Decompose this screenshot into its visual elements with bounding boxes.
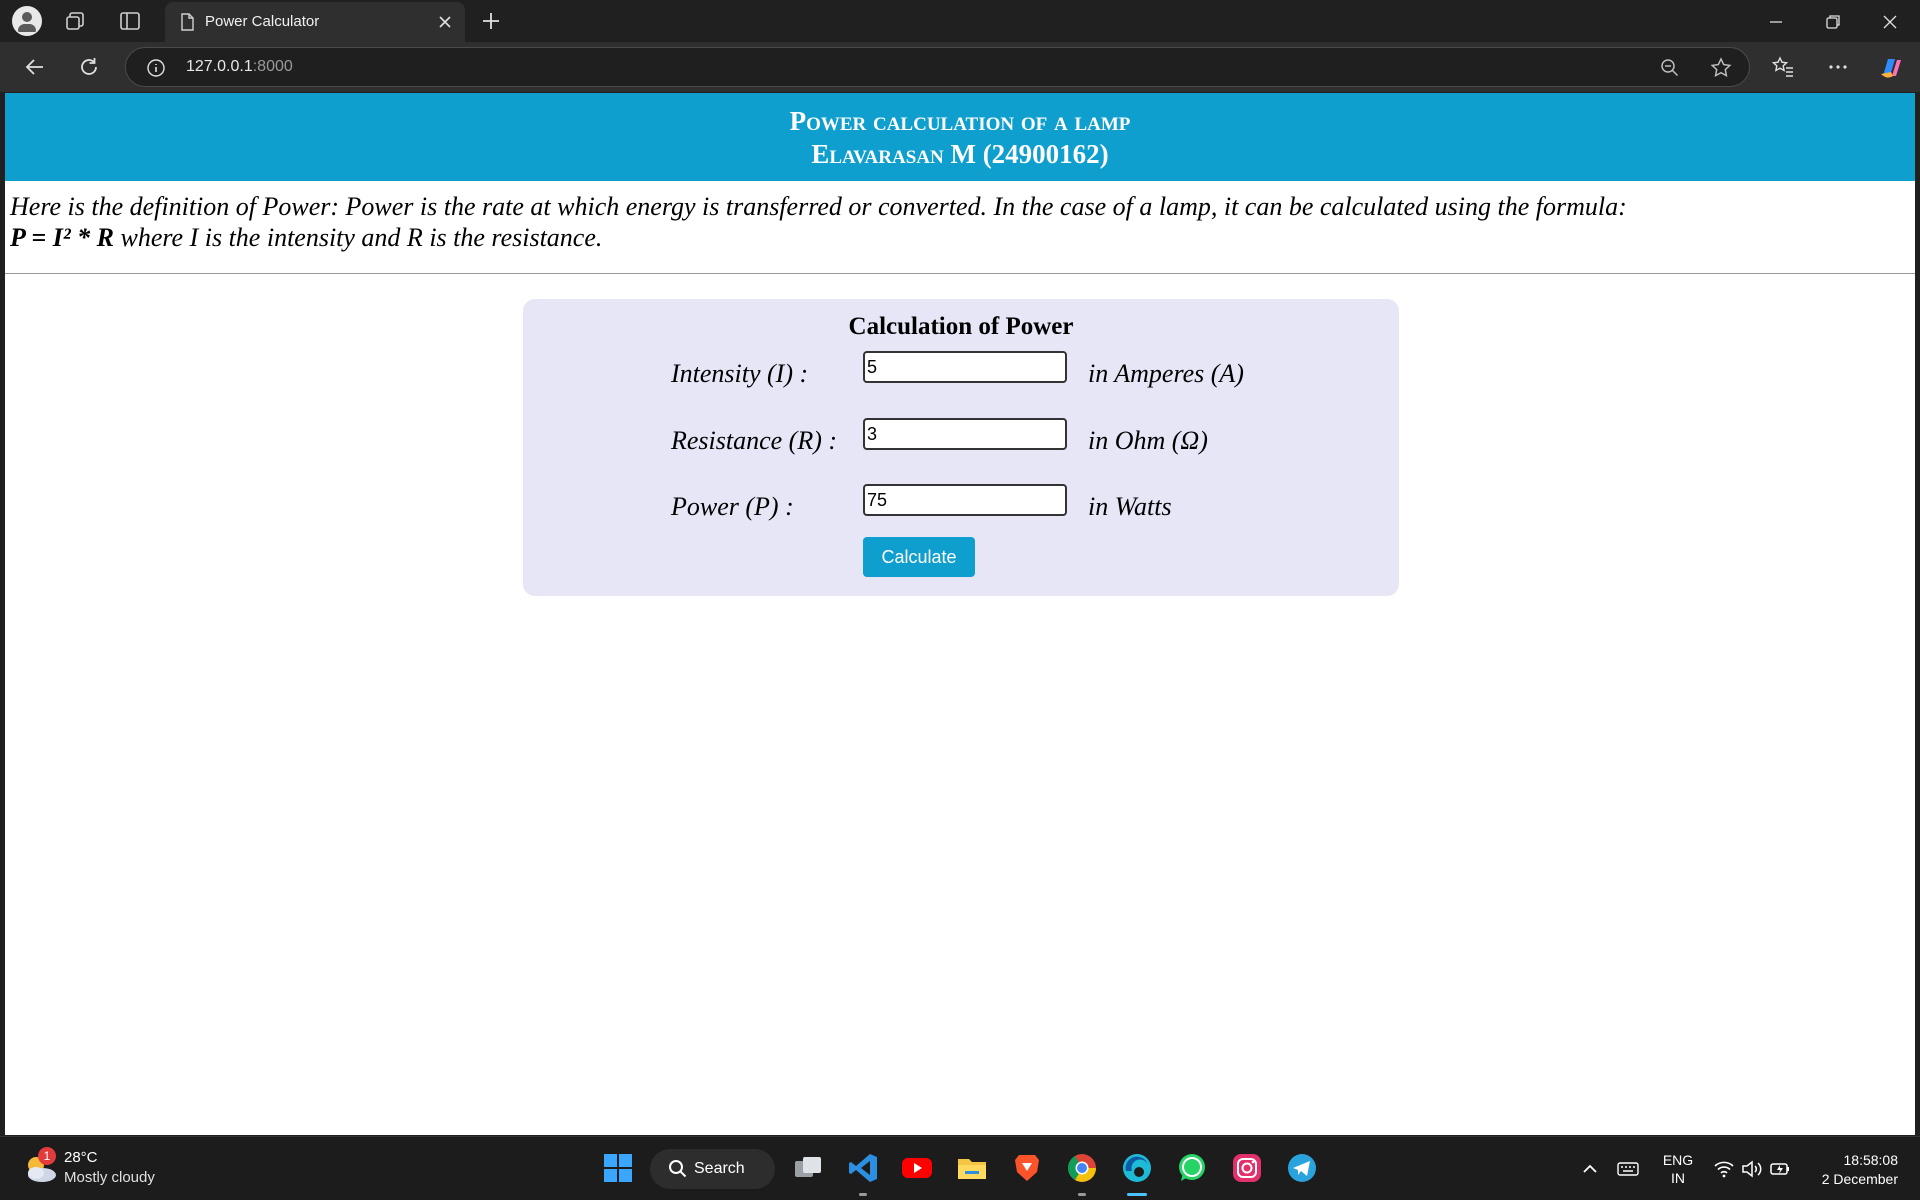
browser-tab-strip: Power Calculator [0,0,1920,42]
chrome-running-indicator [1078,1193,1086,1196]
formula-explanation: where I is the intensity and R is the re… [114,223,603,252]
vscode-icon[interactable] [846,1151,880,1185]
url-text[interactable]: 127.0.0.1:8000 [186,58,293,76]
brave-browser-icon[interactable] [1010,1151,1044,1185]
touch-keyboard-icon[interactable] [1616,1157,1640,1181]
page-header: Power calculation of a lamp Elavarasan M… [5,93,1915,181]
edge-active-indicator [1127,1193,1147,1196]
language-indicator[interactable]: ENG IN [1660,1151,1696,1187]
refresh-icon[interactable] [76,54,102,80]
power-definition: Here is the definition of Power: Power i… [5,181,1915,273]
address-bar[interactable]: 127.0.0.1:8000 [125,47,1750,87]
search-icon [669,1160,687,1178]
file-explorer-icon[interactable] [955,1151,989,1185]
definition-text: Here is the definition of Power: Power i… [10,192,1627,221]
wifi-icon[interactable] [1712,1157,1736,1181]
weather-temperature[interactable]: 28°C [64,1149,98,1166]
close-window-icon[interactable] [1876,8,1904,36]
search-label: Search [694,1160,745,1177]
system-clock[interactable]: 18:58:08 2 December [1822,1151,1898,1189]
battery-charging-icon[interactable] [1768,1157,1792,1181]
taskbar: 1 28°C Mostly cloudy Search ENG IN 18:58… [0,1136,1920,1200]
calculate-button[interactable]: Calculate [863,537,975,577]
intensity-input[interactable] [863,351,1067,383]
page-title: Power calculation of a lamp [789,106,1131,136]
minimize-icon[interactable] [1762,8,1790,36]
workspaces-icon[interactable] [64,9,88,33]
resistance-label: Resistance (R) : [671,426,838,455]
more-options-icon[interactable] [1825,54,1851,80]
weather-badge: 1 [38,1147,56,1165]
chrome-icon[interactable] [1065,1151,1099,1185]
close-tab-icon[interactable] [435,12,455,32]
zoom-out-icon[interactable] [1659,57,1681,79]
profile-avatar-icon[interactable] [12,6,42,36]
intensity-unit: in Amperes (A) [1088,359,1244,388]
page-viewport: Power calculation of a lamp Elavarasan M… [5,93,1915,1135]
power-label: Power (P) : [671,492,794,521]
volume-icon[interactable] [1740,1157,1764,1181]
instagram-icon[interactable] [1230,1151,1264,1185]
restore-icon[interactable] [1819,8,1847,36]
power-formula: P = I² * R [10,223,114,252]
taskbar-search[interactable]: Search [650,1149,775,1189]
region-code: IN [1671,1170,1685,1186]
browser-toolbar: 127.0.0.1:8000 [0,42,1920,92]
intensity-label: Intensity (I) : [671,359,809,388]
whatsapp-icon[interactable] [1175,1151,1209,1185]
windows-start-icon[interactable] [601,1151,635,1185]
clock-time: 18:58:08 [1843,1152,1899,1168]
calculation-form: Calculation of Power Intensity (I) : in … [523,299,1399,596]
power-output[interactable] [863,484,1067,516]
power-unit: in Watts [1088,492,1172,521]
task-view-icon[interactable] [791,1151,825,1185]
tab-power-calculator[interactable]: Power Calculator [165,2,465,42]
youtube-icon[interactable] [900,1151,934,1185]
new-tab-icon[interactable] [478,8,504,34]
back-arrow-icon[interactable] [22,54,48,80]
clock-date: 2 December [1821,1171,1898,1187]
page-icon [181,13,194,31]
show-hidden-icons-chevron-icon[interactable] [1578,1157,1602,1181]
resistance-unit: in Ohm (Ω) [1088,426,1208,455]
tab-title: Power Calculator [205,13,320,30]
site-info-icon[interactable] [146,58,166,78]
weather-description[interactable]: Mostly cloudy [64,1169,155,1186]
form-title: Calculation of Power [848,313,1074,340]
resistance-input[interactable] [863,418,1067,450]
language-code: ENG [1662,1152,1694,1168]
page-subtitle: Elavarasan M (24900162) [811,139,1109,169]
divider [5,273,1915,274]
telegram-icon[interactable] [1285,1151,1319,1185]
vscode-running-indicator [859,1193,867,1196]
copilot-icon[interactable] [1877,54,1905,82]
favorite-star-icon[interactable] [1709,56,1733,80]
favorites-icon[interactable] [1770,54,1796,80]
edge-browser-icon[interactable] [1120,1151,1154,1185]
vertical-tabs-icon[interactable] [118,9,142,33]
